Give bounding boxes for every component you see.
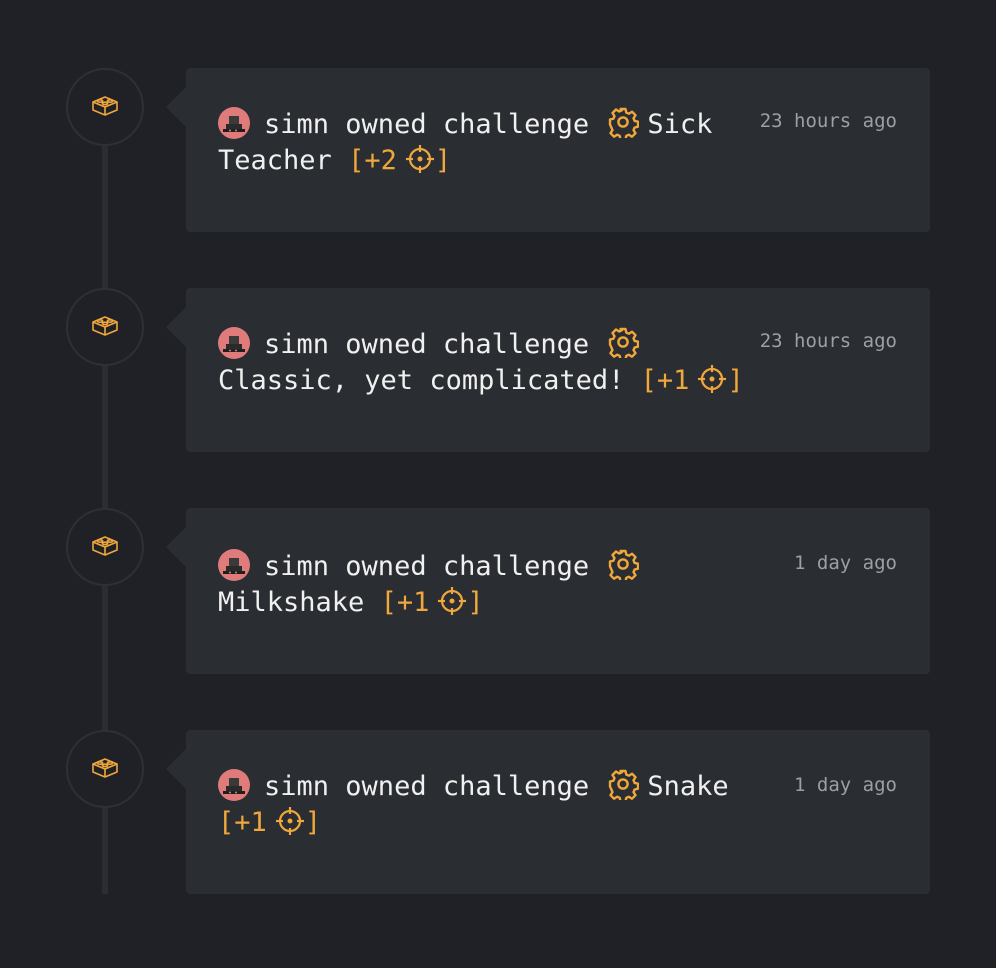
gear-icon — [607, 768, 640, 803]
timeline-node — [66, 730, 144, 808]
activity-card: simn owned challenge Classic, yet compli… — [166, 288, 930, 452]
points-badge: [+1] — [641, 365, 744, 396]
points-badge: [+2] — [348, 145, 451, 176]
points-close: ] — [727, 365, 744, 396]
timeline-node — [66, 508, 144, 586]
points-open: [ — [380, 587, 397, 618]
timestamp: 23 hours ago — [759, 330, 897, 352]
action-text: owned challenge — [345, 329, 590, 360]
challenge-link[interactable]: Snake — [647, 771, 728, 802]
activity-text: simn owned challenge Milkshake [+1] — [218, 548, 748, 621]
challenge-link[interactable]: Classic, yet complicated! — [218, 365, 624, 396]
gear-icon — [607, 106, 640, 141]
activity-text: simn owned challenge Sick Teacher [+2] — [218, 106, 748, 179]
activity-card: simn owned challenge Snake [+1] 1 day ago — [166, 730, 930, 894]
action-text: owned challenge — [345, 109, 590, 140]
timestamp: 1 day ago — [794, 552, 897, 574]
points-value: +2 — [364, 145, 397, 176]
points-open: [ — [348, 145, 365, 176]
crosshair-icon — [275, 806, 305, 836]
points-value: +1 — [656, 365, 690, 396]
timeline-node — [66, 288, 144, 366]
points-close: ] — [434, 145, 452, 176]
timeline-node — [66, 68, 144, 146]
points-badge: [+1] — [218, 807, 321, 838]
challenge-link[interactable]: Milkshake — [218, 587, 364, 618]
timestamp: 1 day ago — [794, 774, 897, 796]
lego-brick-icon — [90, 313, 120, 342]
avatar[interactable] — [218, 769, 250, 801]
gear-icon — [607, 326, 640, 361]
points-value: +1 — [396, 587, 430, 618]
lego-brick-icon — [90, 93, 120, 122]
avatar[interactable] — [218, 549, 250, 581]
avatar[interactable] — [218, 327, 250, 359]
lego-brick-icon — [90, 533, 120, 562]
username-link[interactable]: simn — [264, 329, 329, 360]
username-link[interactable]: simn — [264, 771, 329, 802]
points-close: ] — [467, 587, 484, 618]
activity-card: simn owned challenge Milkshake [+1] 1 da… — [166, 508, 930, 674]
points-value: +1 — [234, 807, 267, 838]
gear-icon — [607, 548, 640, 583]
activity-card: simn owned challenge Sick Teacher [+2] 2… — [166, 68, 930, 232]
points-close: ] — [304, 807, 322, 838]
crosshair-icon — [437, 586, 467, 616]
action-text: owned challenge — [345, 551, 590, 582]
points-badge: [+1] — [381, 587, 484, 618]
crosshair-icon — [697, 364, 727, 394]
username-link[interactable]: simn — [264, 551, 329, 582]
points-open: [ — [640, 365, 657, 396]
avatar[interactable] — [218, 107, 250, 139]
activity-timeline: simn owned challenge Sick Teacher [+2] 2… — [0, 0, 996, 968]
points-open: [ — [218, 807, 235, 838]
action-text: owned challenge — [345, 771, 590, 802]
activity-text: simn owned challenge Snake [+1] — [218, 768, 748, 841]
activity-text: simn owned challenge Classic, yet compli… — [218, 326, 748, 399]
username-link[interactable]: simn — [264, 109, 329, 140]
timestamp: 23 hours ago — [759, 110, 897, 132]
lego-brick-icon — [90, 755, 120, 784]
crosshair-icon — [405, 144, 435, 174]
